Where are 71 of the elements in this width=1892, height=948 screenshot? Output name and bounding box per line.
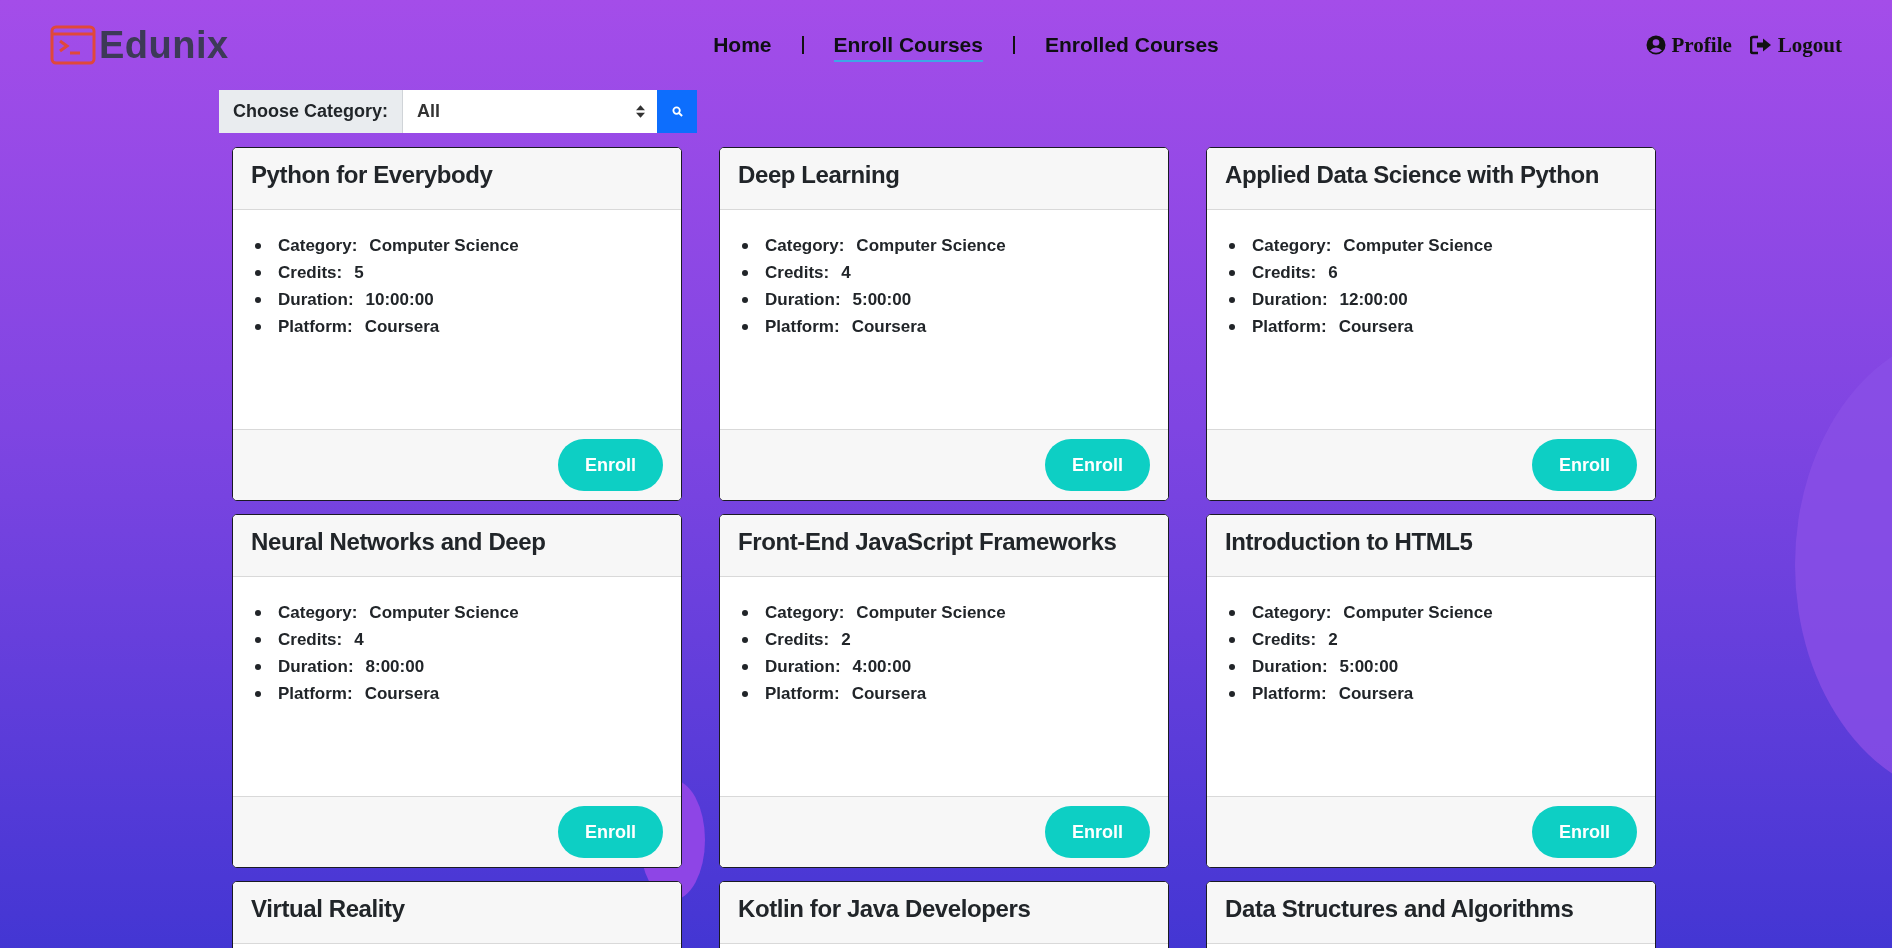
detail-label: Credits:	[1252, 262, 1317, 284]
detail-label: Category:	[1252, 602, 1332, 624]
detail-label: Platform:	[765, 316, 840, 338]
detail-value: 4	[841, 262, 851, 284]
detail-label: Credits:	[278, 629, 343, 651]
logout-link[interactable]: Logout	[1749, 32, 1842, 58]
detail-value: 6	[1328, 262, 1338, 284]
detail-value: Coursera	[1338, 683, 1414, 705]
detail-value: Computer Science	[856, 235, 1006, 257]
detail-label: Platform:	[1252, 316, 1327, 338]
detail-value: 10:00:00	[365, 289, 434, 311]
category-select[interactable]: All	[403, 90, 657, 133]
detail-label: Duration:	[278, 656, 354, 678]
sort-arrows-icon	[636, 105, 645, 118]
detail-label: Platform:	[278, 683, 353, 705]
course-title: Virtual Reality	[251, 895, 405, 922]
detail-value: Coursera	[851, 316, 927, 338]
course-title: Deep Learning	[738, 161, 900, 188]
detail-label: Platform:	[278, 316, 353, 338]
detail-label: Credits:	[1252, 629, 1317, 651]
course-title: Front-End JavaScript Frameworks	[738, 528, 1117, 555]
detail-value: Computer Science	[369, 235, 519, 257]
detail-label: Duration:	[765, 656, 841, 678]
nav-link[interactable]: Enrolled Courses	[1044, 28, 1219, 62]
detail-label: Category:	[1252, 235, 1332, 257]
detail-value: 8:00:00	[365, 656, 425, 678]
detail-label: Platform:	[1252, 683, 1327, 705]
detail-value: 2	[1328, 629, 1338, 651]
detail-value: Coursera	[851, 683, 927, 705]
profile-link[interactable]: Profile	[1645, 32, 1732, 58]
brand-name: Edunix	[99, 23, 229, 67]
detail-value: 5:00:00	[852, 289, 912, 311]
detail-label: Duration:	[1252, 289, 1328, 311]
detail-label: Credits:	[765, 262, 830, 284]
detail-value: Computer Science	[856, 602, 1006, 624]
detail-value: Computer Science	[1343, 235, 1493, 257]
detail-value: 5:00:00	[1339, 656, 1399, 678]
detail-value: Coursera	[364, 316, 440, 338]
filter-label: Choose Category:	[219, 90, 404, 133]
course-title: Kotlin for Java Developers	[738, 895, 1031, 922]
course-title: Applied Data Science with Python	[1225, 161, 1599, 188]
detail-value: 12:00:00	[1339, 289, 1408, 311]
nav-link[interactable]: Enroll Courses	[833, 28, 983, 62]
user-circle-icon	[1645, 35, 1666, 55]
detail-label: Platform:	[765, 683, 840, 705]
detail-value: 4	[354, 629, 364, 651]
search-button[interactable]	[657, 90, 697, 133]
nav-link[interactable]: Home	[713, 28, 772, 62]
search-icon	[671, 106, 683, 117]
logo-icon	[50, 25, 96, 65]
course-title: Python for Everybody	[251, 161, 493, 188]
sign-out-icon	[1749, 35, 1772, 55]
detail-label: Category:	[278, 235, 358, 257]
detail-value: 4:00:00	[852, 656, 912, 678]
detail-label: Duration:	[278, 289, 354, 311]
detail-label: Category:	[765, 235, 845, 257]
course-title: Neural Networks and Deep	[251, 528, 546, 555]
detail-label: Category:	[765, 602, 845, 624]
detail-label: Duration:	[1252, 656, 1328, 678]
detail-label: Category:	[278, 602, 358, 624]
detail-value: Computer Science	[369, 602, 519, 624]
detail-label: Credits:	[278, 262, 343, 284]
detail-value: Coursera	[364, 683, 440, 705]
course-title: Data Structures and Algorithms	[1225, 895, 1574, 922]
detail-label: Duration:	[765, 289, 841, 311]
detail-value: 5	[354, 262, 364, 284]
course-title: Introduction to HTML5	[1225, 528, 1473, 555]
detail-value: Computer Science	[1343, 602, 1493, 624]
detail-label: Credits:	[765, 629, 830, 651]
detail-value: 2	[841, 629, 851, 651]
detail-value: Coursera	[1338, 316, 1414, 338]
